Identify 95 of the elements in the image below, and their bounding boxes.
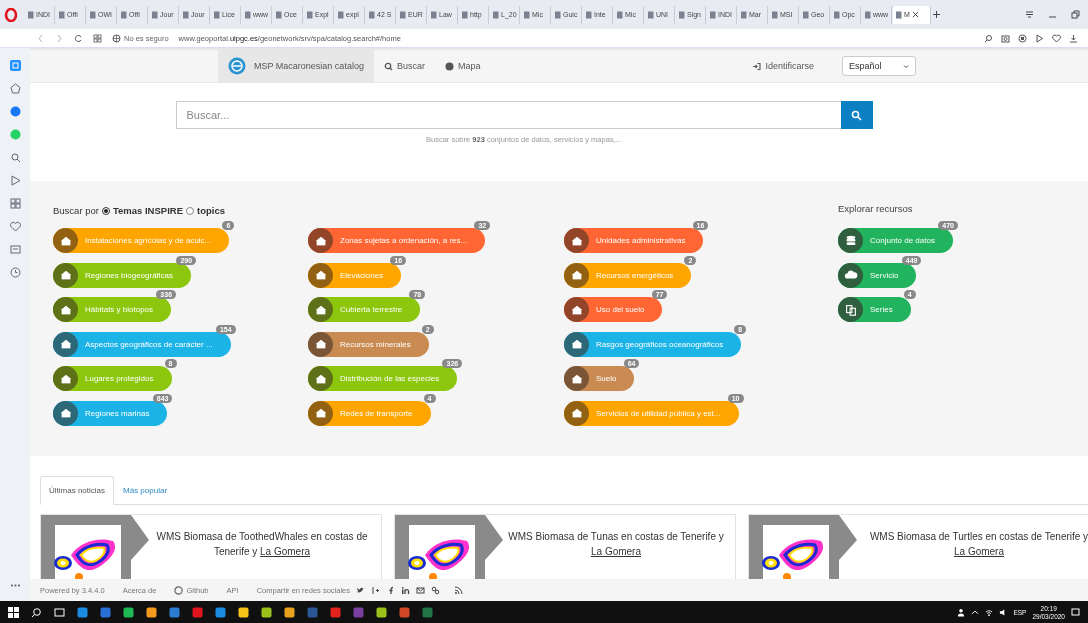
plus-icon[interactable]: [932, 10, 941, 19]
card-title: WMS Biomasa de ToothedWhales en costas de Tenerife y La Gomera: [155, 530, 369, 559]
page-icon: [306, 10, 313, 19]
page-icon: [740, 10, 747, 19]
close-icon[interactable]: [911, 11, 919, 18]
page-icon: [430, 10, 437, 19]
camera-icon[interactable]: [1001, 33, 1010, 43]
radio-label[interactable]: topics: [197, 205, 225, 216]
menu-icon[interactable]: [1025, 10, 1034, 19]
page-icon: [554, 10, 561, 19]
home-icon[interactable]: [9, 60, 21, 71]
bird-icon[interactable]: [356, 585, 365, 595]
page-icon: [709, 10, 716, 19]
play-icon[interactable]: [9, 175, 21, 186]
page-icon: [244, 10, 251, 19]
page-icon: [368, 10, 375, 19]
news-tab[interactable]: Más popular: [114, 476, 177, 505]
news-icon[interactable]: [9, 244, 21, 255]
app-icon[interactable]: [238, 607, 249, 618]
page-icon: [585, 10, 592, 19]
link-icon[interactable]: [431, 585, 440, 595]
location-link[interactable]: La Gomera: [591, 546, 641, 557]
cloud-icon: [843, 268, 858, 282]
globe-logo-icon: [228, 57, 246, 75]
search-icon[interactable]: [984, 33, 993, 43]
card-title: WMS Biomasa de Tunas en costas de Tenerife y La Gomera: [507, 530, 725, 559]
language-select[interactable]: Español: [842, 56, 916, 76]
search-icon: [851, 109, 862, 121]
documents-icon: [843, 302, 858, 317]
app-icon[interactable]: [284, 607, 295, 618]
search-button[interactable]: [840, 101, 873, 129]
rss-icon[interactable]: [454, 585, 463, 595]
page-icon: [647, 10, 654, 19]
search-icon[interactable]: [31, 607, 42, 618]
page-icon: [182, 10, 189, 19]
app-icon[interactable]: [215, 607, 226, 618]
page-icon: [616, 10, 623, 19]
app-icon[interactable]: [123, 607, 134, 618]
app-icon[interactable]: [376, 607, 387, 618]
app-icon[interactable]: [77, 607, 88, 618]
reload-icon[interactable]: [74, 33, 83, 43]
page-icon: [895, 10, 902, 19]
brand-title[interactable]: MSP Macaronesian catalog: [254, 61, 364, 71]
page-icon: [678, 10, 685, 19]
news-tab[interactable]: Últimas noticias: [40, 476, 114, 505]
card-title: WMS Biomasa de Turtles en costas de Tenerife y La Gomera: [868, 530, 1088, 559]
download-icon[interactable]: [1069, 33, 1078, 43]
page-icon: [864, 10, 871, 19]
page-icon: [120, 10, 127, 19]
mail-icon[interactable]: [416, 585, 425, 595]
radio-button[interactable]: [101, 206, 110, 215]
sign-in-icon: [752, 61, 762, 71]
radio-button[interactable]: [186, 206, 194, 215]
brand-link[interactable]: MSP Macaronesian catalog: [218, 50, 374, 82]
restore-icon[interactable]: [1071, 10, 1080, 19]
explore-title: Explorar recursos: [838, 203, 914, 214]
grid-icon[interactable]: [9, 198, 21, 209]
page-icon: [89, 10, 96, 19]
app-icon[interactable]: [261, 607, 272, 618]
page-icon: [213, 10, 220, 19]
page-icon: [461, 10, 468, 19]
wifi-icon[interactable]: [985, 607, 994, 618]
pentagon-icon[interactable]: [9, 83, 21, 94]
location-link[interactable]: La Gomera: [260, 546, 311, 557]
windows-icon[interactable]: [8, 607, 19, 618]
search-field[interactable]: Buscar...: [175, 101, 841, 129]
heart-icon[interactable]: [9, 221, 21, 232]
page-icon: [151, 10, 158, 19]
search-icon: [383, 61, 393, 71]
nav-link[interactable]: Mapa: [434, 50, 491, 82]
grid-icon[interactable]: [93, 33, 102, 43]
page-icon: [275, 10, 282, 19]
page-icon: [337, 10, 344, 19]
clock-icon[interactable]: [9, 267, 21, 278]
person-icon[interactable]: [957, 607, 966, 618]
login-link[interactable]: Identificarse: [742, 50, 824, 82]
plus-icon[interactable]: [371, 585, 380, 595]
play-icon[interactable]: [1035, 33, 1044, 43]
page-icon: [802, 10, 809, 19]
location-link[interactable]: La Gomera: [954, 546, 1004, 557]
task-view-icon[interactable]: [54, 607, 65, 618]
ring-logo-icon[interactable]: [4, 7, 18, 22]
nav-link[interactable]: Buscar: [373, 50, 435, 82]
page-icon: [833, 10, 840, 19]
page-icon: [492, 10, 499, 19]
heart-icon[interactable]: [1052, 33, 1061, 43]
radio-label[interactable]: Temas INSPIRE: [112, 205, 183, 216]
page-icon: [523, 10, 530, 19]
page-icon: [399, 10, 406, 19]
page-icon: [58, 10, 65, 19]
filter-label: Buscar por: [53, 205, 99, 216]
in-icon[interactable]: [401, 585, 410, 595]
app-icon[interactable]: [146, 607, 157, 618]
page-icon: [771, 10, 778, 19]
page-icon: [27, 10, 34, 19]
